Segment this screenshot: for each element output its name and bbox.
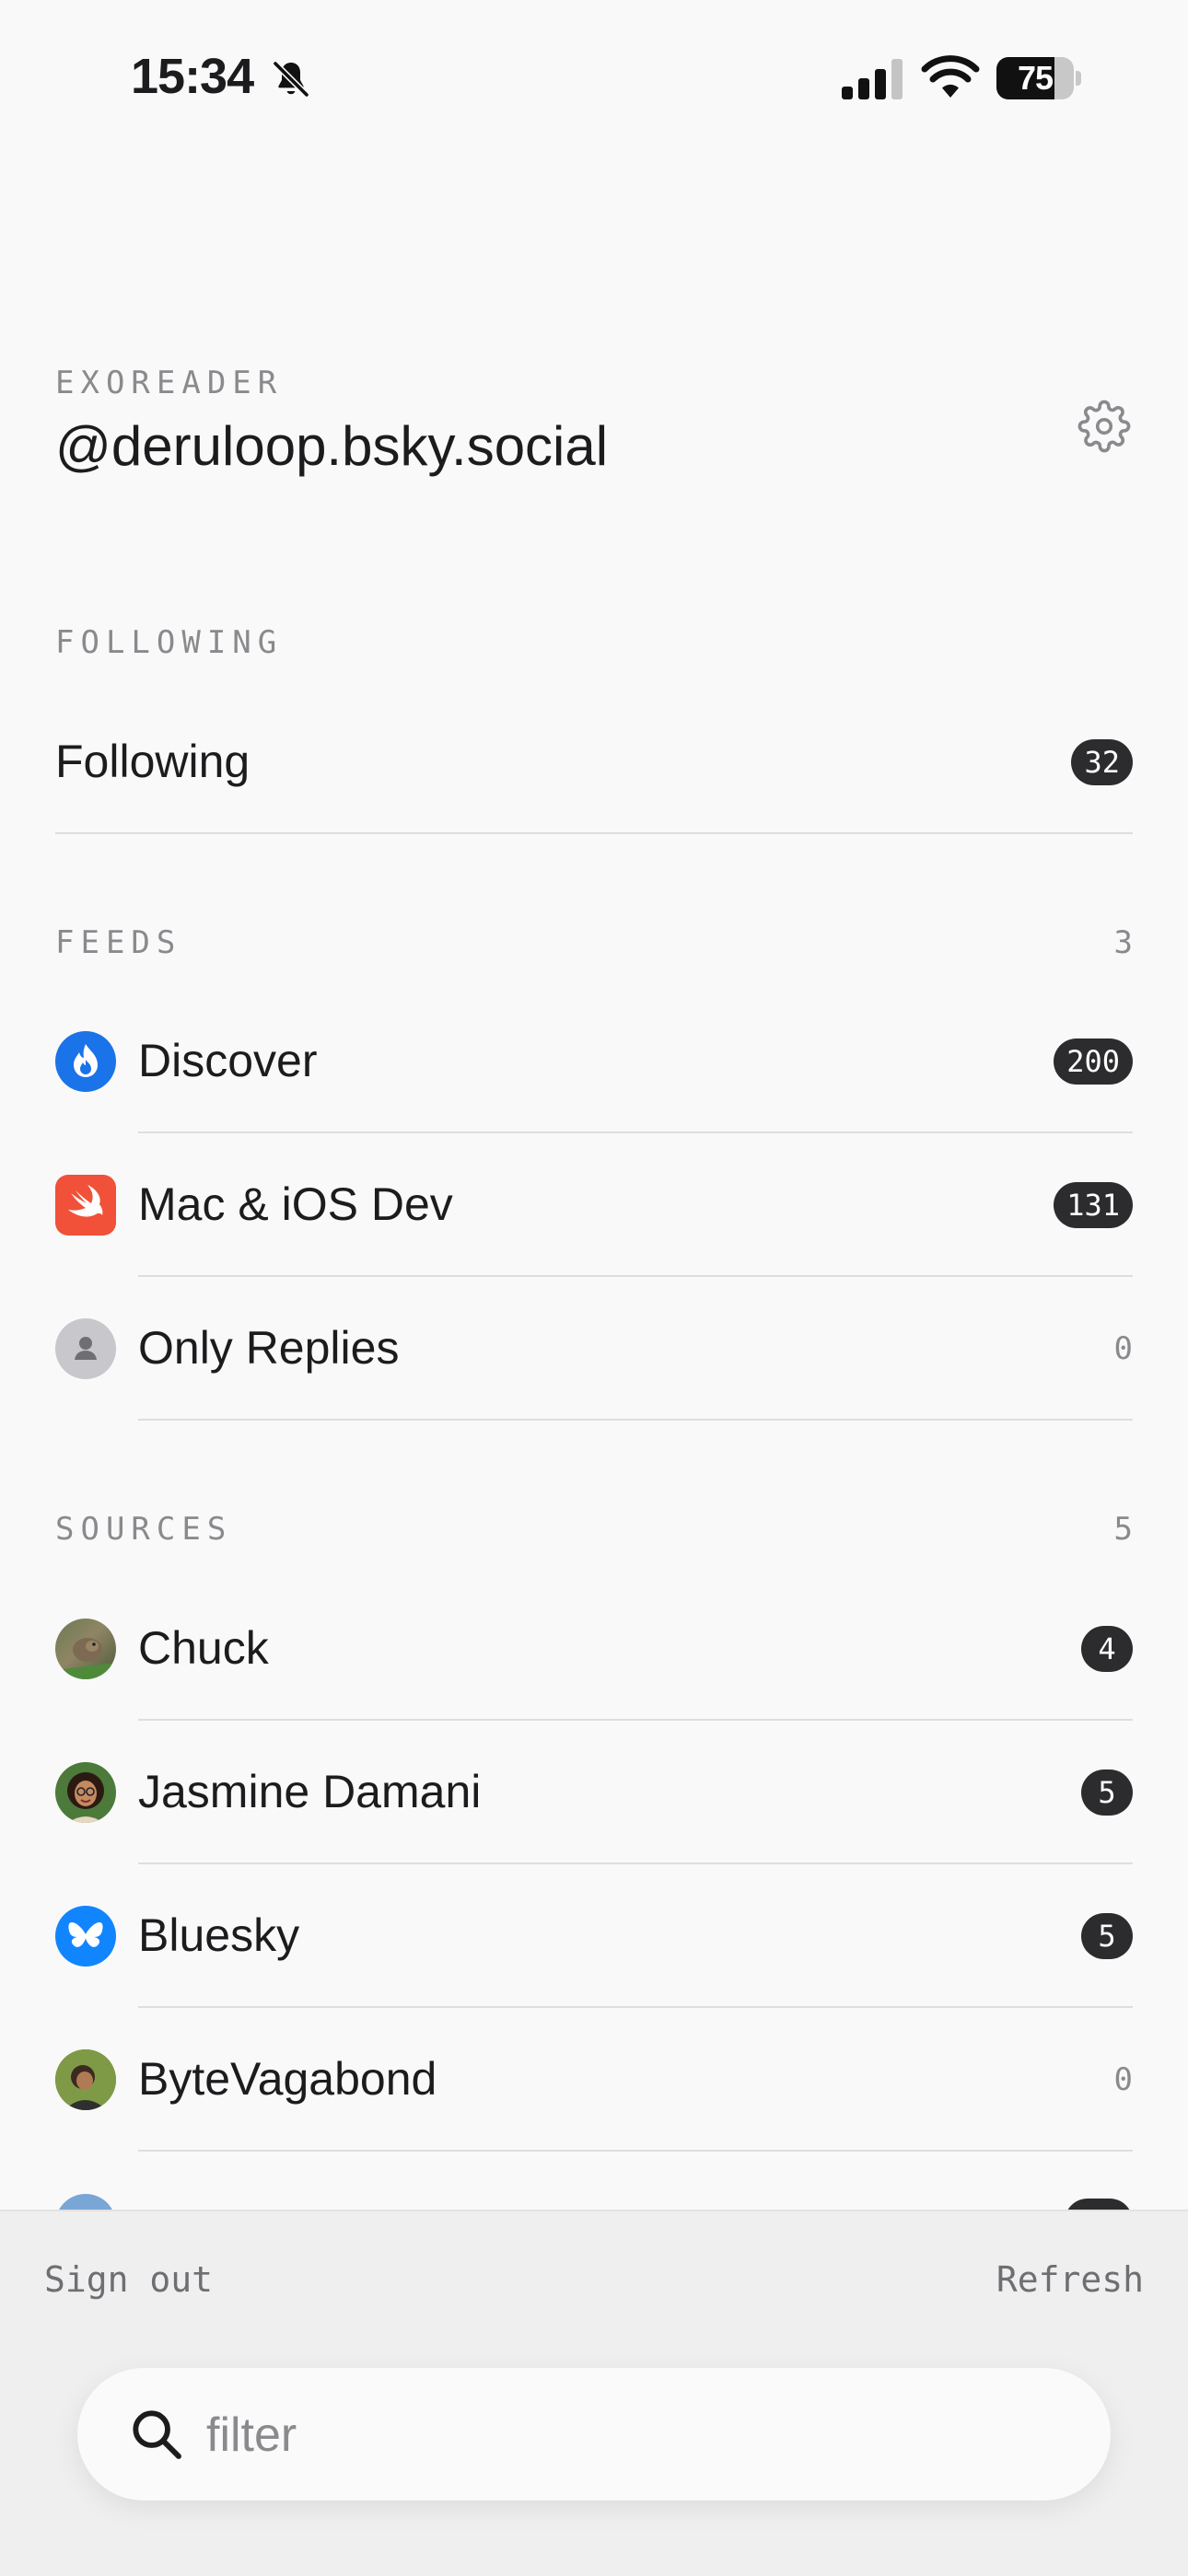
bluesky-butterfly-icon — [55, 1906, 116, 1967]
status-time: 15:34 — [131, 49, 254, 104]
swift-icon — [55, 1175, 116, 1236]
person-placeholder-icon — [55, 1318, 116, 1379]
discover-flame-icon — [55, 1031, 116, 1092]
count-badge: 32 — [1071, 739, 1133, 785]
search-field[interactable] — [77, 2368, 1111, 2501]
row-label: Only Replies — [138, 1322, 400, 1374]
cellular-signal-icon — [842, 59, 903, 99]
row-label: Jasmine Damani — [138, 1766, 482, 1817]
app-name: EXOREADER — [55, 365, 284, 401]
row-label: ByteVagabond — [138, 2053, 437, 2105]
bottom-toolbar: Sign out Refresh — [0, 2210, 1188, 2576]
settings-button[interactable] — [1072, 394, 1136, 458]
search-icon — [133, 2410, 181, 2459]
battery-icon: 75 — [996, 57, 1081, 99]
list-item-following[interactable]: Following 32 — [0, 690, 1188, 834]
section-count-feeds: 3 — [1113, 924, 1133, 961]
count-badge: 200 — [1054, 1039, 1133, 1085]
count-badge: 5 — [1081, 1913, 1133, 1959]
row-label: Chuck — [138, 1622, 269, 1674]
count-label: 0 — [1113, 1330, 1133, 1367]
count-badge: 5 — [1081, 1770, 1133, 1816]
avatar-chuck — [55, 1619, 116, 1679]
section-label-following: FOLLOWING — [55, 624, 284, 661]
row-label: Mac & iOS Dev — [138, 1178, 453, 1230]
avatar-bytevagabond — [55, 2049, 116, 2110]
count-label: 0 — [1113, 2061, 1133, 2098]
list-item-source[interactable]: ByteVagabond 0 — [0, 2008, 1188, 2152]
section-label-feeds: FEEDS — [55, 924, 182, 961]
wifi-icon — [921, 55, 980, 98]
list-item-feed[interactable]: Mac & iOS Dev 131 — [0, 1133, 1188, 1277]
list-item-feed[interactable]: Only Replies 0 — [0, 1277, 1188, 1421]
avatar-jasmine — [55, 1762, 116, 1823]
gear-icon — [1077, 400, 1131, 453]
row-label: Bluesky — [138, 1909, 300, 1961]
sign-out-button[interactable]: Sign out — [44, 2259, 213, 2300]
search-input[interactable] — [204, 2399, 1037, 2471]
list-item-source[interactable]: Bluesky 5 — [0, 1864, 1188, 2008]
list-item-feed[interactable]: Discover 200 — [0, 990, 1188, 1133]
list-item-source[interactable]: Chuck 4 — [0, 1577, 1188, 1721]
refresh-button[interactable]: Refresh — [996, 2259, 1144, 2300]
divider — [138, 1419, 1133, 1421]
row-label: Following — [55, 736, 250, 787]
battery-level: 75 — [1017, 59, 1054, 97]
count-badge: 131 — [1054, 1182, 1133, 1228]
row-label: Discover — [138, 1035, 318, 1086]
bell-slash-icon — [273, 61, 309, 98]
section-label-sources: SOURCES — [55, 1511, 233, 1548]
divider — [138, 2150, 1133, 2152]
account-handle: @deruloop.bsky.social — [55, 415, 609, 477]
count-badge: 4 — [1081, 1626, 1133, 1672]
section-count-sources: 5 — [1113, 1511, 1133, 1548]
divider — [55, 832, 1133, 834]
status-bar: 15:34 75 — [0, 0, 1188, 157]
list-item-source[interactable]: Jasmine Damani 5 — [0, 1721, 1188, 1864]
